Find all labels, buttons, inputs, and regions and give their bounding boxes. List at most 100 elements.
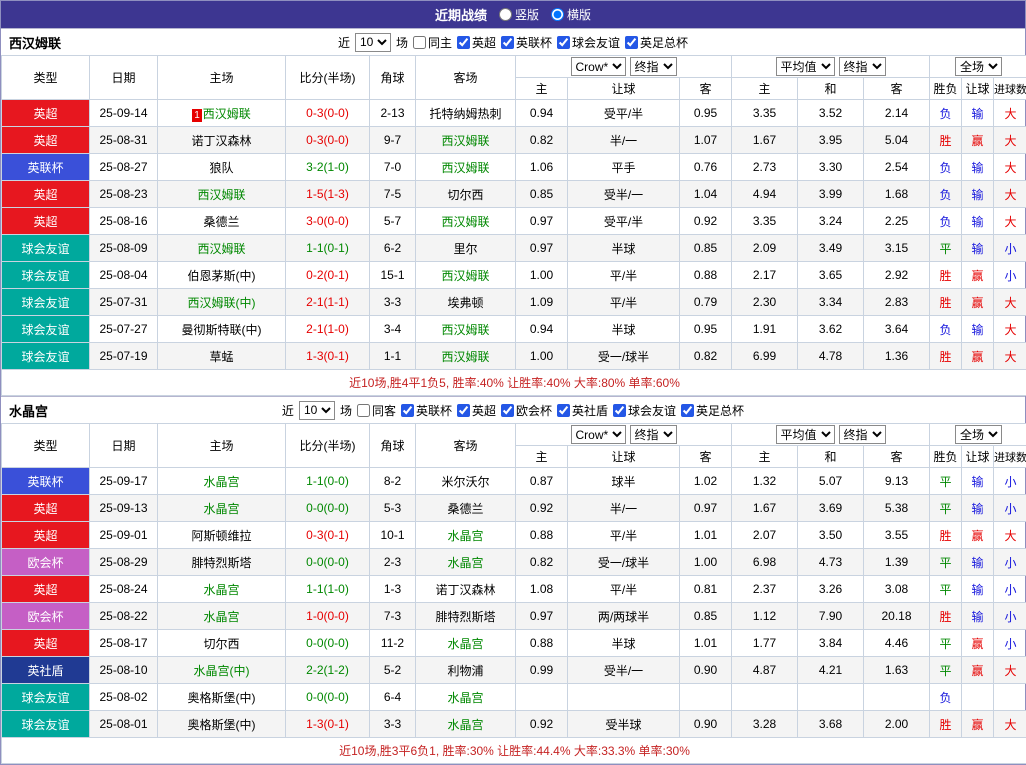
corners: 5-2 [370,657,416,684]
league-checkbox[interactable] [457,36,470,49]
handicap-odds-away: 0.90 [680,657,732,684]
avg-final-select[interactable]: 终指 [839,57,886,76]
same-venue-filter[interactable]: 同客 [357,402,396,419]
avg-select[interactable]: 平均值 [776,425,835,444]
corners: 6-4 [370,684,416,711]
league-badge: 球会友谊 [2,711,90,738]
match-row: 英超25-09-01阿斯顿维拉0-3(0-1)10-1水晶宫0.88平/半1.0… [2,522,1026,549]
league-filter[interactable]: 英超 [457,34,496,51]
league-badge: 英超 [2,127,90,154]
avg-odds-draw: 3.84 [798,630,864,657]
handicap-odds-away: 0.95 [680,316,732,343]
league-checkbox[interactable] [501,404,514,417]
col-avg-home: 主 [732,78,798,100]
col-type: 类型 [2,424,90,468]
handicap-odds-home: 1.09 [516,289,568,316]
avg-odds-home: 1.67 [732,495,798,522]
odds-company-select[interactable]: Crow* [571,57,626,76]
horizontal-radio[interactable] [551,8,564,21]
league-checkbox[interactable] [457,404,470,417]
handicap-result-flag: 赢 [962,262,994,289]
league-filters: 英联杯 英超欧会杯英社盾球会友谊英足总杯 [401,402,744,419]
match-date: 25-08-29 [90,549,158,576]
same-venue-filter[interactable]: 同主 [413,34,452,51]
corners: 11-2 [370,630,416,657]
handicap-odds-away: 1.07 [680,127,732,154]
same-venue-checkbox[interactable] [413,36,426,49]
league-filter[interactable]: 英社盾 [557,402,608,419]
score: 0-0(0-0) [286,630,370,657]
league-filter[interactable]: 球会友谊 [557,34,620,51]
corners: 2-3 [370,549,416,576]
match-count-select[interactable]: 10 [355,33,391,52]
avg-odds-away: 3.08 [864,576,930,603]
league-checkbox[interactable] [557,404,570,417]
league-filter[interactable]: 英足总杯 [681,402,744,419]
scope-select[interactable]: 全场 [955,425,1002,444]
handicap-line: 受平/半 [568,208,680,235]
league-filter[interactable]: 英超 [457,402,496,419]
match-date: 25-09-01 [90,522,158,549]
match-count-select[interactable]: 10 [299,401,335,420]
handicap-odds-home: 0.88 [516,630,568,657]
header-dropdown-row: 类型 日期 主场 比分(半场) 角球 客场 Crow*终指 平均值终指 全场 [2,424,1026,446]
vertical-radio[interactable] [499,8,512,21]
match-date: 25-08-27 [90,154,158,181]
odds-company-select[interactable]: Crow* [571,425,626,444]
avg-odds-draw: 4.78 [798,343,864,370]
handicap-line: 两/两球半 [568,603,680,630]
match-date: 25-07-27 [90,316,158,343]
col-handicap: 让球 [568,78,680,100]
handicap-result-flag [962,684,994,711]
home-team: 狼队 [158,154,286,181]
layout-option-horizontal[interactable]: 横版 [551,6,591,23]
league-filter[interactable]: 欧会杯 [501,402,552,419]
league-checkbox[interactable] [501,36,514,49]
avg-odds-home: 4.87 [732,657,798,684]
avg-odds-away: 9.13 [864,468,930,495]
avg-final-select[interactable]: 终指 [839,425,886,444]
match-date: 25-08-10 [90,657,158,684]
handicap-result-flag: 输 [962,316,994,343]
league-filter[interactable]: 英足总杯 [625,34,688,51]
league-checkbox[interactable] [557,36,570,49]
avg-odds-home: 1.32 [732,468,798,495]
score: 0-3(0-0) [286,100,370,127]
league-filter[interactable]: 球会友谊 [613,402,676,419]
match-row: 英社盾25-08-10水晶宫(中)2-2(1-2)5-2利物浦0.99受半/一0… [2,657,1026,684]
goals-result-flag: 大 [994,154,1026,181]
league-checkbox[interactable] [681,404,694,417]
same-venue-checkbox[interactable] [357,404,370,417]
odds-final-select[interactable]: 终指 [630,425,677,444]
handicap-odds-home: 0.92 [516,711,568,738]
section-header: 水晶宫 近 10 场 同客 英联杯英超欧会杯英社盾球会友谊英足总杯 [1,396,1025,423]
league-filter[interactable]: 英联杯 [401,402,452,419]
avg-select[interactable]: 平均值 [776,57,835,76]
avg-odds-away: 1.68 [864,181,930,208]
away-team: 西汉姆联 [416,154,516,181]
match-date: 25-08-31 [90,127,158,154]
scope-select[interactable]: 全场 [955,57,1002,76]
league-checkbox[interactable] [613,404,626,417]
match-row: 英超25-09-13水晶宫0-0(0-0)5-3桑德兰0.92半/一0.971.… [2,495,1026,522]
odds-final-select[interactable]: 终指 [630,57,677,76]
handicap-odds-home: 0.87 [516,468,568,495]
goals-result-flag: 小 [994,495,1026,522]
league-label: 英联杯 [416,402,452,419]
corners: 2-13 [370,100,416,127]
handicap-result-flag: 赢 [962,711,994,738]
league-checkbox[interactable] [625,36,638,49]
games-label: 场 [340,402,352,419]
match-row: 英联杯25-08-27狼队3-2(1-0)7-0西汉姆联1.06平手0.762.… [2,154,1026,181]
layout-option-vertical[interactable]: 竖版 [499,6,539,23]
handicap-line: 球半 [568,468,680,495]
goals-result-flag: 小 [994,603,1026,630]
avg-odds-home: 1.12 [732,603,798,630]
league-filter[interactable]: 英联杯 [501,34,552,51]
league-checkbox[interactable] [401,404,414,417]
avg-odds-draw: 3.50 [798,522,864,549]
league-badge: 英社盾 [2,657,90,684]
handicap-line: 受一/球半 [568,549,680,576]
league-label: 英超 [472,402,496,419]
goals-result-flag: 大 [994,289,1026,316]
